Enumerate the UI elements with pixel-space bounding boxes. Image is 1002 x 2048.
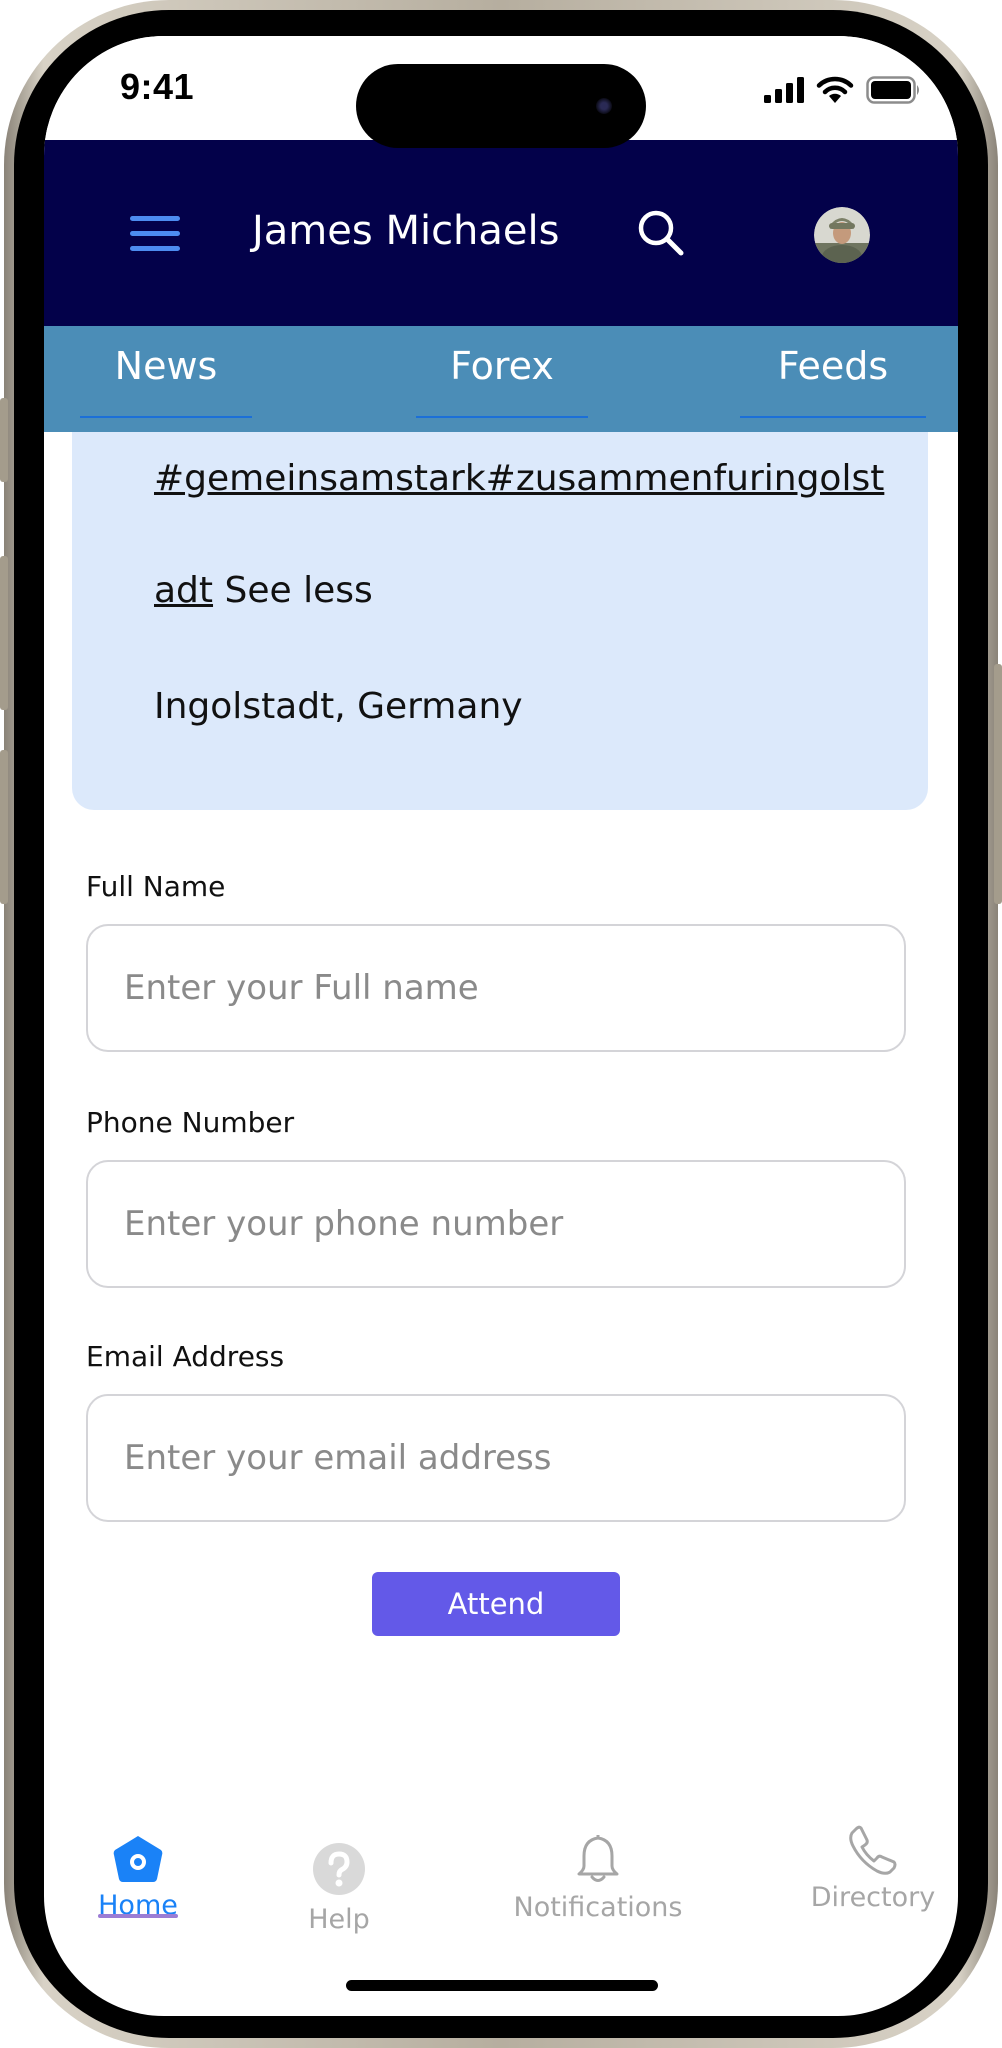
volume-down-button xyxy=(0,750,8,904)
full-name-input[interactable] xyxy=(86,924,906,1052)
signal-icon xyxy=(764,77,804,103)
post-hashtags-line-2: adt See less xyxy=(154,570,373,611)
search-icon[interactable] xyxy=(636,208,686,258)
attend-button[interactable]: Attend xyxy=(372,1572,620,1636)
tab-forex[interactable]: Forex xyxy=(416,326,588,432)
avatar[interactable] xyxy=(814,207,870,263)
avatar-image xyxy=(814,207,870,263)
screen: 9:41 James Michaels News Forex Feeds #ge… xyxy=(44,36,958,2016)
status-bar: 9:41 xyxy=(44,36,958,148)
email-address-label: Email Address xyxy=(86,1340,285,1373)
hashtag-link[interactable]: #gemeinsamstark#zusammenfuringolst xyxy=(154,458,884,499)
home-icon xyxy=(113,1836,163,1882)
tab-underline xyxy=(416,416,588,418)
status-icons xyxy=(764,76,922,104)
active-nav-indicator xyxy=(98,1914,178,1918)
tab-label: Forex xyxy=(450,344,554,388)
nav-item-help[interactable]: Help xyxy=(294,1842,384,1935)
dynamic-island xyxy=(356,64,646,148)
nav-item-notifications[interactable]: Notifications xyxy=(506,1832,690,1923)
action-button xyxy=(0,398,8,482)
see-less-link[interactable]: See less xyxy=(224,570,372,611)
nav-item-directory[interactable]: Directory xyxy=(808,1824,938,1913)
nav-label-help: Help xyxy=(308,1904,370,1935)
tab-feeds[interactable]: Feeds xyxy=(740,326,926,432)
tab-bar: News Forex Feeds xyxy=(44,326,958,432)
front-camera xyxy=(596,98,612,114)
bottom-nav: Home Help Notifications Directory xyxy=(44,1786,958,1956)
nav-label-notifications: Notifications xyxy=(513,1892,683,1923)
volume-up-button xyxy=(0,556,8,710)
post-hashtags-line: #gemeinsamstark#zusammenfuringolst xyxy=(154,458,884,499)
bell-icon xyxy=(577,1835,619,1882)
nav-item-home[interactable]: Home xyxy=(88,1834,188,1921)
tab-underline xyxy=(80,416,252,418)
phone-number-label: Phone Number xyxy=(86,1106,295,1139)
tab-label: Feeds xyxy=(777,344,889,388)
hashtag-link-continued[interactable]: adt xyxy=(154,570,213,611)
post-location: Ingolstadt, Germany xyxy=(154,686,523,727)
status-time: 9:41 xyxy=(120,66,195,107)
menu-icon[interactable] xyxy=(130,216,180,252)
app-header: James Michaels xyxy=(44,140,958,326)
phone-number-input[interactable] xyxy=(86,1160,906,1288)
email-address-input[interactable] xyxy=(86,1394,906,1522)
tab-underline xyxy=(740,416,926,418)
nav-label-directory: Directory xyxy=(810,1882,936,1913)
help-icon xyxy=(313,1843,365,1895)
battery-icon xyxy=(866,76,919,104)
tab-label: News xyxy=(114,344,218,388)
home-indicator[interactable] xyxy=(346,1980,658,1991)
power-button xyxy=(994,664,1002,904)
phone-icon xyxy=(849,1825,897,1875)
full-name-label: Full Name xyxy=(86,870,226,903)
tab-news[interactable]: News xyxy=(80,326,252,432)
wifi-icon xyxy=(816,76,854,103)
header-title: James Michaels xyxy=(252,208,560,254)
